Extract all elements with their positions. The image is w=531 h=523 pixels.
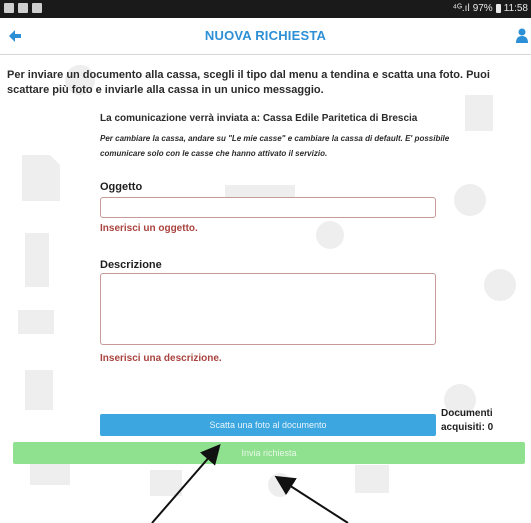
send-request-button[interactable]: Invia richiesta: [13, 442, 525, 464]
gallery-notification-icon: [4, 3, 14, 13]
description-error: Inserisci una descrizione.: [100, 353, 222, 364]
euro-icon: [484, 269, 516, 301]
globe-icon: [316, 221, 344, 249]
building-icon: [25, 233, 49, 287]
subject-label: Oggetto: [100, 181, 143, 193]
calculator-icon: [25, 370, 53, 410]
subject-error: Inserisci un oggetto.: [100, 223, 198, 234]
app-bar: NUOVA RICHIESTA: [0, 18, 531, 55]
intro-text: Per inviare un documento alla cassa, sce…: [7, 69, 490, 96]
description-label: Descrizione: [100, 259, 162, 271]
page-title: NUOVA RICHIESTA: [204, 28, 327, 43]
subject-input[interactable]: [100, 197, 436, 218]
message-notification-icon: [32, 3, 42, 13]
user-icon[interactable]: [515, 27, 529, 45]
document-icon: [22, 155, 60, 201]
battery-icon: [495, 4, 501, 13]
battery-percent: 97%: [472, 3, 493, 14]
cassa-note: Per cambiare la cassa, andare su "Le mie…: [100, 134, 450, 158]
signal-icon: ⁴ᴳ.ıl: [452, 3, 470, 14]
printer-icon: [355, 465, 389, 493]
folder-icon: [150, 470, 182, 496]
clock-time: 11:58: [503, 3, 528, 14]
arrow-to-send-button: [274, 475, 349, 523]
status-bar: ⁴ᴳ.ıl 97% 11:58: [0, 0, 531, 18]
clock-icon: [268, 473, 292, 497]
description-textarea[interactable]: [100, 273, 436, 345]
take-photo-button[interactable]: Scatta una foto al documento: [100, 414, 436, 436]
recipient-text: La comunicazione verrà inviata a: Cassa …: [100, 113, 418, 124]
envelope-icon: [18, 310, 54, 334]
documents-acquired-count: Documenti acquisiti: 0: [441, 408, 494, 433]
clipboard-icon: [465, 95, 493, 131]
power-icon: [454, 184, 486, 216]
window-notification-icon: [18, 3, 28, 13]
